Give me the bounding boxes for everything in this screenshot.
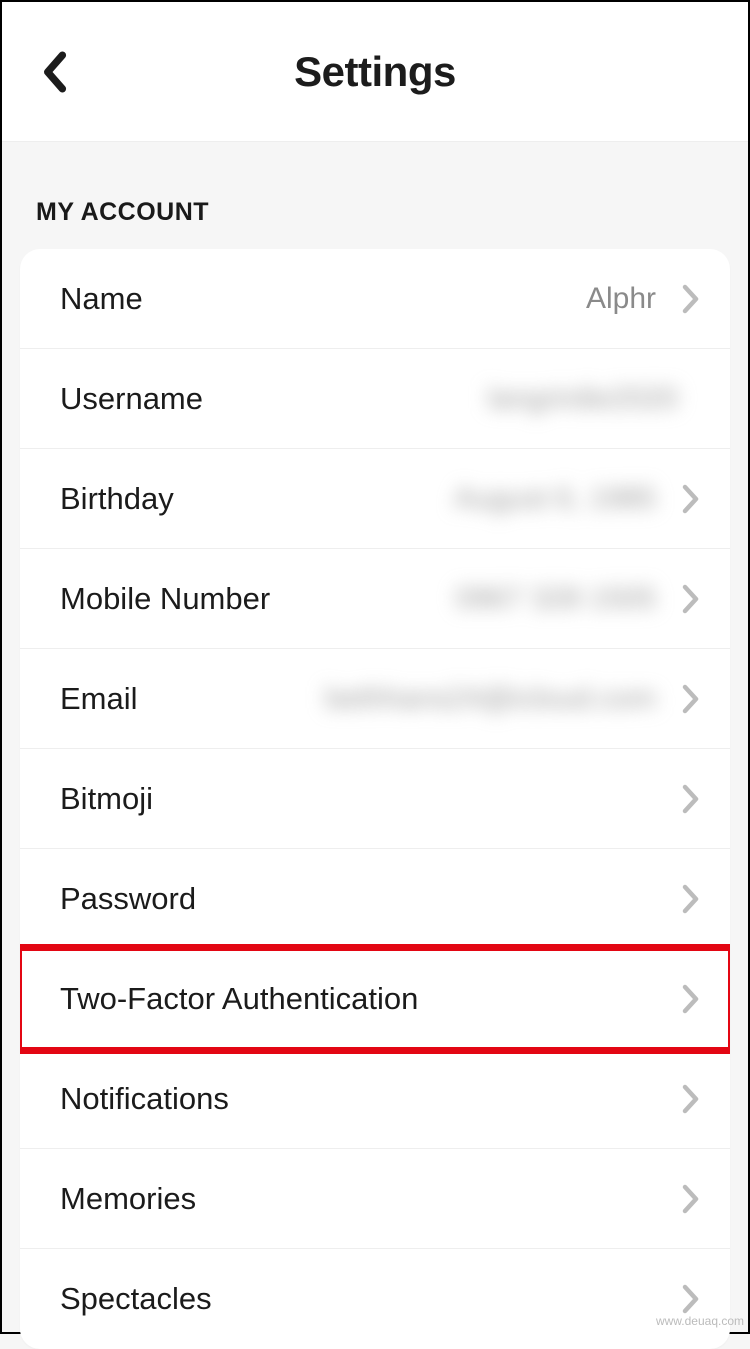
row-email[interactable]: Email bethhans24@icloud.com: [20, 649, 730, 749]
watermark: www.deuaq.com: [656, 1314, 744, 1328]
row-notifications[interactable]: Notifications: [20, 1049, 730, 1149]
row-password[interactable]: Password: [20, 849, 730, 949]
chevron-right-icon: [680, 982, 702, 1016]
row-label: Notifications: [60, 1081, 229, 1117]
row-two-factor-authentication[interactable]: Two-Factor Authentication: [20, 949, 730, 1049]
chevron-right-icon: [680, 482, 702, 516]
chevron-right-icon: [680, 1182, 702, 1216]
row-mobile-number[interactable]: Mobile Number 0967 328 1505: [20, 549, 730, 649]
chevron-right-icon: [680, 782, 702, 816]
row-label: Memories: [60, 1181, 196, 1217]
section-header-my-account: MY ACCOUNT: [2, 142, 748, 249]
row-spectacles[interactable]: Spectacles: [20, 1249, 730, 1349]
chevron-right-icon: [680, 582, 702, 616]
chevron-right-icon: [680, 282, 702, 316]
row-label: Mobile Number: [60, 581, 270, 617]
row-label: Password: [60, 881, 196, 917]
account-card: Name Alphr Username langrirdie2020 Birth…: [20, 249, 730, 1349]
row-label: Spectacles: [60, 1281, 212, 1317]
chevron-left-icon: [41, 51, 67, 93]
chevron-right-icon: [680, 1082, 702, 1116]
row-label: Email: [60, 681, 138, 717]
row-name[interactable]: Name Alphr: [20, 249, 730, 349]
row-label: Bitmoji: [60, 781, 153, 817]
chevron-right-icon: [680, 682, 702, 716]
row-label: Name: [60, 281, 143, 317]
row-username[interactable]: Username langrirdie2020: [20, 349, 730, 449]
chevron-right-icon: [680, 882, 702, 916]
row-value: bethhans24@icloud.com: [325, 682, 656, 716]
row-label: Two-Factor Authentication: [60, 981, 418, 1017]
row-memories[interactable]: Memories: [20, 1149, 730, 1249]
row-label: Username: [60, 381, 203, 417]
row-value: Alphr: [586, 282, 656, 316]
row-label: Birthday: [60, 481, 174, 517]
page-title: Settings: [294, 48, 456, 96]
row-value: langrirdie2020: [488, 382, 678, 416]
row-value: 0967 328 1505: [456, 582, 656, 616]
header: Settings: [2, 2, 748, 142]
chevron-right-icon: [680, 1282, 702, 1316]
row-value: August 6, 1985: [454, 482, 656, 516]
back-button[interactable]: [30, 48, 78, 96]
row-bitmoji[interactable]: Bitmoji: [20, 749, 730, 849]
row-birthday[interactable]: Birthday August 6, 1985: [20, 449, 730, 549]
